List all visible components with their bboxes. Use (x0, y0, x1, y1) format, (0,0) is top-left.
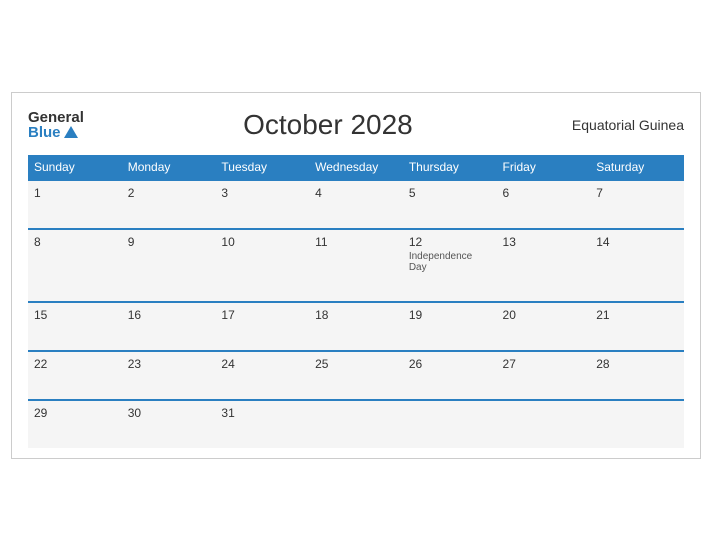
calendar-cell: 3 (215, 180, 309, 229)
day-number: 3 (221, 186, 303, 200)
weekday-header: Friday (497, 155, 591, 180)
logo-triangle-icon (64, 126, 78, 138)
day-number: 26 (409, 357, 491, 371)
logo: General Blue (28, 110, 84, 140)
day-number: 4 (315, 186, 397, 200)
calendar-cell: 30 (122, 400, 216, 448)
day-number: 10 (221, 235, 303, 249)
day-number: 2 (128, 186, 210, 200)
calendar-cell: 17 (215, 302, 309, 351)
day-number: 12 (409, 235, 491, 249)
calendar-cell (497, 400, 591, 448)
day-number: 21 (596, 308, 678, 322)
day-number: 25 (315, 357, 397, 371)
calendar-cell: 18 (309, 302, 403, 351)
calendar-cell: 13 (497, 229, 591, 302)
calendar-cell: 29 (28, 400, 122, 448)
calendar-week-row: 89 10 11 12 Independence Day 13 14 (28, 229, 684, 302)
day-number: 24 (221, 357, 303, 371)
calendar-cell: 22 (28, 351, 122, 400)
calendar-cell: 10 (215, 229, 309, 302)
calendar-cell: 16 (122, 302, 216, 351)
calendar-cell: 24 (215, 351, 309, 400)
day-number: 31 (221, 406, 303, 420)
calendar-cell: 27 (497, 351, 591, 400)
calendar-country: Equatorial Guinea (572, 117, 684, 133)
calendar-cell: 14 (590, 229, 684, 302)
calendar-cell: 25 (309, 351, 403, 400)
logo-blue-text: Blue (28, 125, 84, 140)
calendar-header: General Blue October 2028 Equatorial Gui… (28, 109, 684, 141)
calendar-cell: 23 (122, 351, 216, 400)
calendar-title: October 2028 (243, 109, 413, 141)
calendar-cell: 21 (590, 302, 684, 351)
day-number: 16 (128, 308, 210, 322)
day-number: 18 (315, 308, 397, 322)
calendar-cell: 8 (28, 229, 122, 302)
day-number: 11 (315, 235, 397, 249)
weekday-header-row: SundayMondayTuesdayWednesdayThursdayFrid… (28, 155, 684, 180)
event-label: Independence Day (409, 251, 491, 273)
day-number: 14 (596, 235, 678, 249)
day-number: 5 (409, 186, 491, 200)
day-number: 6 (503, 186, 585, 200)
day-number: 1 (34, 186, 116, 200)
weekday-header: Sunday (28, 155, 122, 180)
weekday-header: Monday (122, 155, 216, 180)
calendar-cell (403, 400, 497, 448)
calendar-cell: 19 (403, 302, 497, 351)
calendar-cell: 9 (122, 229, 216, 302)
logo-general-text: General (28, 110, 84, 125)
calendar-week-row: 1234567 (28, 180, 684, 229)
weekday-header: Saturday (590, 155, 684, 180)
calendar-week-row: 29 30 31 (28, 400, 684, 448)
calendar-cell: 4 (309, 180, 403, 229)
day-number: 7 (596, 186, 678, 200)
calendar-cell: 5 (403, 180, 497, 229)
calendar-cell (590, 400, 684, 448)
calendar-cell: 26 (403, 351, 497, 400)
day-number: 30 (128, 406, 210, 420)
weekday-header: Tuesday (215, 155, 309, 180)
calendar-cell: 12 Independence Day (403, 229, 497, 302)
calendar-cell: 2 (122, 180, 216, 229)
day-number: 27 (503, 357, 585, 371)
day-number: 23 (128, 357, 210, 371)
calendar-cell: 7 (590, 180, 684, 229)
calendar-cell: 1 (28, 180, 122, 229)
day-number: 19 (409, 308, 491, 322)
calendar-container: General Blue October 2028 Equatorial Gui… (11, 92, 701, 459)
calendar-cell: 31 (215, 400, 309, 448)
calendar-cell: 15 (28, 302, 122, 351)
calendar-cell: 11 (309, 229, 403, 302)
calendar-cell: 20 (497, 302, 591, 351)
calendar-cell: 28 (590, 351, 684, 400)
weekday-header: Thursday (403, 155, 497, 180)
calendar-grid: SundayMondayTuesdayWednesdayThursdayFrid… (28, 155, 684, 448)
day-number: 9 (128, 235, 210, 249)
calendar-cell (309, 400, 403, 448)
day-number: 22 (34, 357, 116, 371)
calendar-cell: 6 (497, 180, 591, 229)
day-number: 29 (34, 406, 116, 420)
day-number: 13 (503, 235, 585, 249)
calendar-week-row: 15 16 17 18 19 20 21 (28, 302, 684, 351)
day-number: 15 (34, 308, 116, 322)
day-number: 28 (596, 357, 678, 371)
day-number: 8 (34, 235, 116, 249)
weekday-header: Wednesday (309, 155, 403, 180)
calendar-week-row: 22 23 24 25 26 27 28 (28, 351, 684, 400)
day-number: 17 (221, 308, 303, 322)
day-number: 20 (503, 308, 585, 322)
